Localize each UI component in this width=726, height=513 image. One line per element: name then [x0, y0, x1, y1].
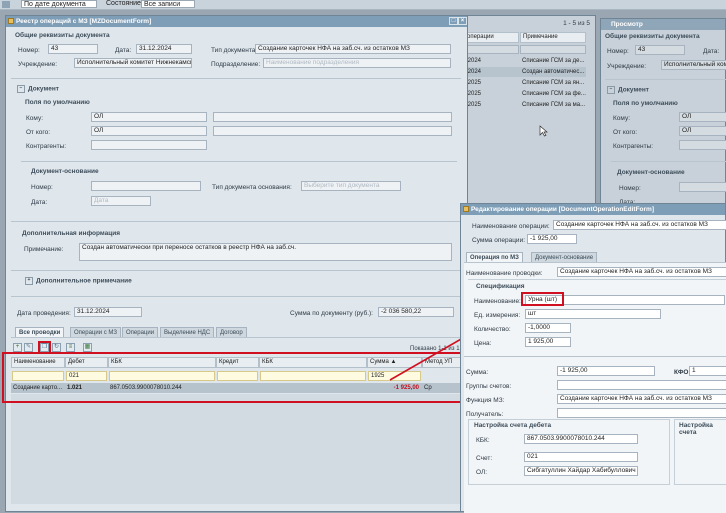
- function-field[interactable]: Создание карточек НФА на заб.сч. из оста…: [557, 394, 726, 404]
- tab-mz-operation[interactable]: Операция по МЗ: [466, 252, 523, 262]
- kbk-label: КБК:: [476, 437, 490, 444]
- spec-section-title: Спецификация: [476, 283, 525, 290]
- unit-field[interactable]: шт: [525, 309, 661, 319]
- ol-label: ОЛ:: [476, 469, 488, 476]
- kfo-field[interactable]: 1: [689, 366, 726, 376]
- account-label: Счет:: [476, 455, 493, 462]
- function-label: Функция МЗ:: [466, 397, 505, 404]
- op-sum-label: Сумма операции:: [472, 237, 525, 244]
- price-label: Цена:: [474, 340, 492, 347]
- op-name-label: Наименование операции:: [472, 223, 550, 230]
- op-name-field[interactable]: Создание карточек НФА на заб.сч. из оста…: [553, 220, 726, 230]
- posting-name-field[interactable]: Создание карточек НФА на заб.сч. из оста…: [557, 267, 726, 277]
- ol-field[interactable]: Сибгатуллин Хайдар Хабибуллович: [524, 466, 638, 476]
- qty-label: Количество:: [474, 326, 511, 333]
- tab-basis-document[interactable]: Документ-основание: [531, 252, 598, 262]
- kbk-field[interactable]: 867.0503.9900078010.244: [524, 434, 638, 444]
- account-groups-field[interactable]: [557, 380, 726, 390]
- credit-section-title: Настройка счета: [679, 422, 713, 436]
- posting-name-label: Наименование проводки:: [466, 270, 543, 277]
- debit-section-title: Настройка счета дебета: [474, 422, 552, 429]
- account-field[interactable]: 021: [524, 452, 638, 462]
- sum-field[interactable]: -1 925,00: [557, 366, 655, 376]
- qty-field[interactable]: -1,0000: [525, 323, 571, 333]
- spec-fieldset: [468, 279, 726, 360]
- price-field[interactable]: 1 925,00: [525, 337, 571, 347]
- op-sum-field[interactable]: -1 925,00: [527, 234, 577, 244]
- item-name-label: Наименование:: [474, 298, 521, 305]
- window-icon: [463, 206, 469, 212]
- edit-operation-window: Редактирование операции [DocumentOperati…: [460, 203, 726, 513]
- recipient-label: Получатель:: [466, 411, 504, 418]
- recipient-field[interactable]: [557, 408, 726, 418]
- sum-label: Сумма:: [466, 369, 489, 376]
- item-name-highlight: [521, 292, 564, 306]
- unit-label: Ед. измерения:: [474, 312, 521, 319]
- account-groups-label: Группы счетов:: [466, 383, 512, 390]
- edit-operation-title: Редактирование операции [DocumentOperati…: [461, 204, 725, 215]
